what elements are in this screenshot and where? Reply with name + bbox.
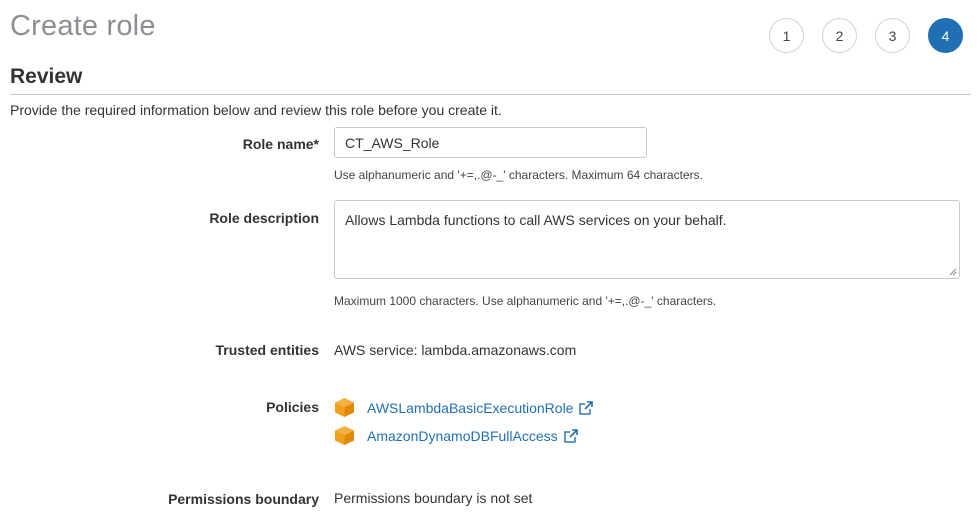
divider	[10, 94, 971, 95]
policy-item: AmazonDynamoDBFullAccess	[334, 425, 578, 446]
role-description-value: Allows Lambda functions to call AWS serv…	[345, 212, 727, 228]
role-description-label: Role description	[209, 210, 319, 226]
resize-handle-icon[interactable]	[949, 268, 957, 276]
role-name-help: Use alphanumeric and '+=,.@-_' character…	[334, 168, 703, 182]
trusted-entities-label: Trusted entities	[215, 342, 319, 358]
step-2[interactable]: 2	[822, 18, 857, 53]
step-1[interactable]: 1	[769, 18, 804, 53]
policy-link-amazondynamodbfullaccess[interactable]: AmazonDynamoDBFullAccess	[367, 428, 558, 444]
role-description-help: Maximum 1000 characters. Use alphanumeri…	[334, 294, 717, 308]
policy-link-awslambdabasicexecutionrole[interactable]: AWSLambdaBasicExecutionRole	[367, 400, 573, 416]
aws-policy-cube-icon	[335, 426, 354, 445]
role-name-input[interactable]: CT_AWS_Role	[334, 127, 647, 158]
aws-policy-cube-icon	[335, 398, 354, 417]
role-description-textarea[interactable]: Allows Lambda functions to call AWS serv…	[334, 200, 960, 279]
permissions-boundary-label: Permissions boundary	[168, 491, 319, 507]
create-role-page: Create role 1 2 3 4 Review Provide the r…	[0, 0, 977, 521]
page-title: Create role	[10, 10, 156, 42]
section-title-review: Review	[10, 65, 83, 88]
permissions-boundary-value: Permissions boundary is not set	[334, 490, 533, 506]
step-4-current: 4	[928, 18, 963, 53]
role-name-label: Role name*	[242, 136, 319, 152]
policies-label: Policies	[266, 399, 319, 415]
external-link-icon[interactable]	[563, 428, 578, 443]
trusted-entities-value: AWS service: lambda.amazonaws.com	[334, 342, 577, 358]
wizard-steps: 1 2 3 4	[769, 18, 963, 53]
step-3[interactable]: 3	[875, 18, 910, 53]
intro-text: Provide the required information below a…	[10, 102, 502, 118]
policy-item: AWSLambdaBasicExecutionRole	[334, 397, 594, 418]
external-link-icon[interactable]	[579, 400, 594, 415]
